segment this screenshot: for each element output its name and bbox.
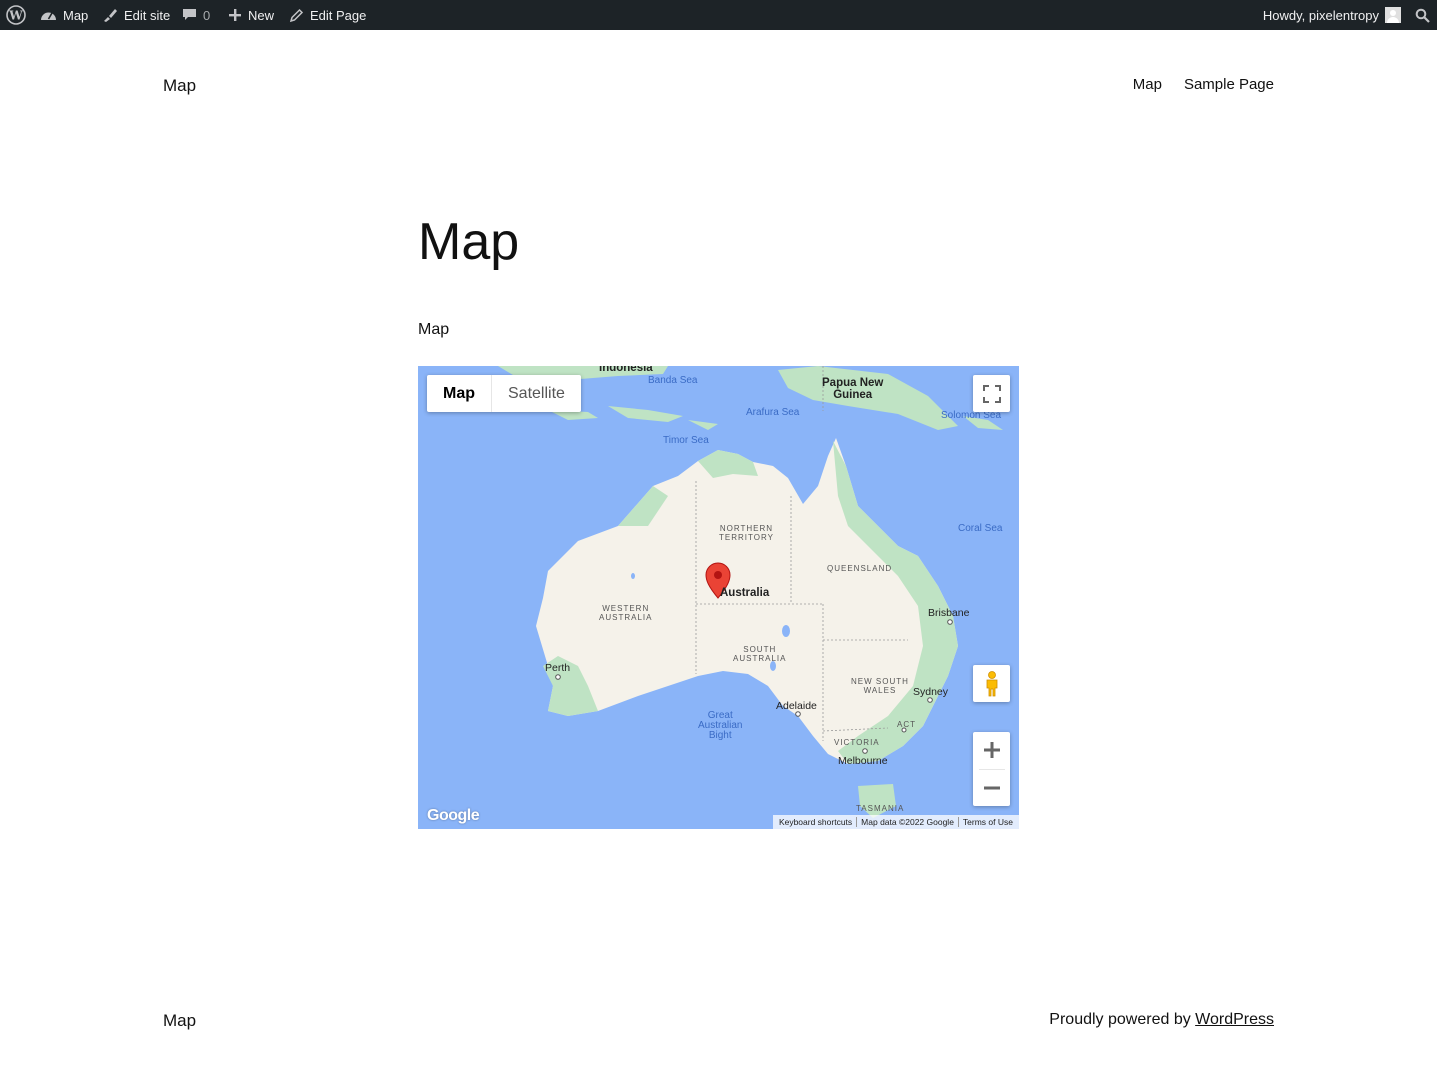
zoom-in-button[interactable] — [973, 732, 1010, 769]
map-label-adelaide: Adelaide — [776, 700, 817, 712]
admin-bar-site-name: Map — [63, 7, 89, 23]
howdy-text: Howdy, pixelentropy — [1262, 7, 1379, 23]
wordpress-logo-icon[interactable]: W — [6, 0, 26, 30]
admin-bar-site[interactable]: Map — [40, 0, 88, 30]
map-block-label: Map — [418, 321, 450, 338]
wordpress-link[interactable]: WordPress — [1195, 1011, 1274, 1028]
comment-icon — [183, 9, 196, 20]
brush-icon — [104, 9, 117, 22]
map-label-indonesia: Indonesia — [599, 366, 653, 374]
plus-icon — [229, 9, 241, 21]
google-logo[interactable]: Google — [427, 807, 480, 825]
map-label-timor-sea: Timor Sea — [663, 435, 709, 446]
new-label: New — [248, 7, 275, 23]
admin-bar-edit-page[interactable]: Edit Page — [289, 0, 366, 30]
street-view-pegman[interactable] — [973, 665, 1010, 702]
terms-of-use-link[interactable]: Terms of Use — [957, 817, 1017, 827]
primary-nav: Map Sample Page — [1133, 76, 1274, 93]
map-label-tasmania: TASMANIA — [856, 804, 905, 813]
avatar — [1385, 7, 1401, 23]
footer-credit-text: Proudly powered by — [1049, 1011, 1196, 1028]
map-type-map-button[interactable]: Map — [427, 375, 492, 412]
map-label-melbourne: Melbourne — [838, 755, 888, 767]
edit-site-label: Edit site — [124, 7, 171, 23]
admin-bar-comments[interactable]: 0 — [182, 0, 210, 30]
map-label-sydney: Sydney — [913, 686, 949, 698]
map-attribution: Keyboard shortcuts Map data ©2022 Google… — [772, 815, 1019, 829]
map-label-victoria: VICTORIA — [834, 738, 880, 747]
map-label-brisbane: Brisbane — [928, 607, 970, 619]
dashboard-icon — [41, 12, 56, 20]
map-label-coral-sea: Coral Sea — [958, 523, 1003, 534]
admin-bar-account[interactable]: Howdy, pixelentropy — [1263, 0, 1401, 30]
page-title: Map — [418, 213, 520, 271]
zoom-out-button[interactable] — [973, 769, 1010, 806]
pegman-icon — [986, 670, 997, 696]
map-label-act: ACT — [897, 720, 916, 729]
edit-page-label: Edit Page — [310, 7, 367, 23]
svg-text:W: W — [8, 9, 23, 23]
map-label-western-australia: WESTERN AUSTRALIA — [599, 604, 653, 622]
pencil-icon — [289, 8, 304, 22]
map-data-credit: Map data ©2022 Google — [856, 817, 958, 827]
map-canvas[interactable] — [418, 366, 1019, 829]
map-label-banda-sea: Banda Sea — [648, 375, 698, 386]
admin-bar-edit-site[interactable]: Edit site — [102, 0, 170, 30]
nav-item-map[interactable]: Map — [1133, 76, 1162, 93]
admin-bar: W Map Edit site 0 New Edit Page Howdy, p… — [0, 0, 1437, 30]
minus-icon — [983, 786, 1000, 790]
map-type-control: Map Satellite — [427, 375, 581, 412]
map-label-australia: Australia — [720, 587, 770, 599]
map-label-new-south-wales: NEW SOUTH WALES — [851, 677, 909, 695]
map-label-great-australian-bight: Great Australian Bight — [698, 710, 743, 741]
map-label-perth: Perth — [545, 662, 571, 674]
map-type-satellite-button[interactable]: Satellite — [492, 375, 581, 412]
zoom-control — [973, 732, 1010, 806]
map-label-northern-territory: NORTHERN TERRITORY — [719, 524, 774, 542]
comments-count: 0 — [203, 7, 211, 23]
map-label-papua-new-guinea: Papua New Guinea — [822, 377, 884, 401]
footer-site-title[interactable]: Map — [163, 1011, 196, 1031]
site-title[interactable]: Map — [163, 76, 196, 96]
google-map[interactable]: Indonesia Banda Sea Papua New Guinea Ara… — [418, 366, 1019, 829]
map-label-south-australia: SOUTH AUSTRALIA — [733, 645, 787, 663]
map-label-queensland: QUEENSLAND — [827, 564, 893, 573]
search-icon — [1415, 8, 1430, 23]
fullscreen-button[interactable] — [973, 375, 1010, 412]
admin-bar-new[interactable]: New — [228, 0, 274, 30]
nav-item-sample-page[interactable]: Sample Page — [1184, 76, 1274, 93]
plus-icon — [983, 742, 1000, 759]
footer-credit: Proudly powered by WordPress — [1049, 1011, 1274, 1029]
map-label-arafura-sea: Arafura Sea — [746, 407, 800, 418]
fullscreen-icon — [982, 384, 1001, 403]
admin-bar-search[interactable] — [1415, 0, 1430, 30]
keyboard-shortcuts-link[interactable]: Keyboard shortcuts — [775, 817, 856, 827]
